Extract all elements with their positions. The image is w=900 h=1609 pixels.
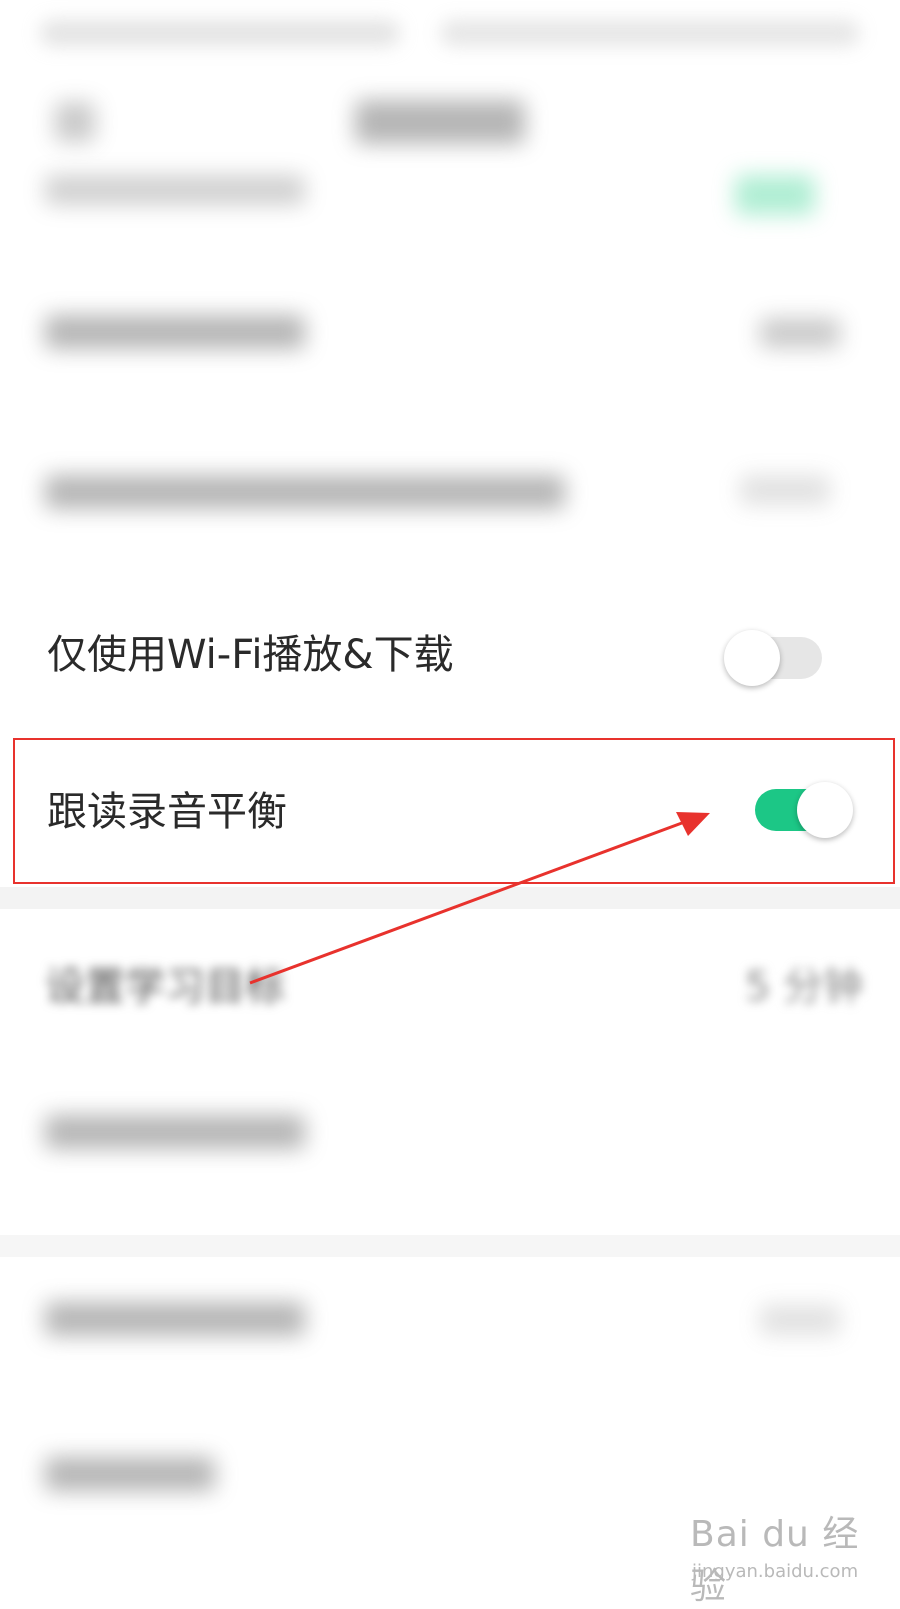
study-goal-value: 5 分钟 — [745, 964, 864, 1010]
toggle-knob — [724, 630, 780, 686]
row-label-blurred — [45, 1457, 215, 1491]
status-bar — [0, 0, 900, 70]
study-goal-label: 设置学习目标 — [45, 964, 285, 1010]
status-bar-left-blur — [40, 20, 400, 46]
settings-row-blurred-4[interactable] — [0, 1070, 900, 1225]
settings-row-wifi-only[interactable]: 仅使用Wi-Fi播放&下载 — [0, 580, 900, 735]
row-label-blurred — [45, 315, 305, 349]
baidu-watermark: Bai du 经验 jingyan.baidu.com — [690, 1505, 890, 1607]
settings-row-blurred-5[interactable] — [0, 1257, 900, 1412]
settings-row-study-goal[interactable]: 设置学习目标 5 分钟 — [0, 909, 900, 1064]
watermark-url: jingyan.baidu.com — [692, 1561, 859, 1582]
wifi-only-label: 仅使用Wi-Fi播放&下载 — [47, 632, 454, 678]
section-divider — [0, 1235, 900, 1257]
row-value-blurred — [740, 475, 830, 505]
settings-row-blurred-1[interactable] — [0, 160, 900, 250]
row-label-blurred — [45, 1115, 305, 1149]
watermark-logo: Bai du 经验 — [690, 1514, 860, 1607]
highlight-box — [13, 738, 895, 884]
row-value-blurred — [760, 1305, 840, 1335]
settings-row-blurred-3[interactable] — [0, 425, 900, 580]
row-label-blurred — [45, 475, 565, 509]
row-value-blurred — [760, 318, 840, 348]
row-label-blurred — [45, 1302, 305, 1336]
settings-row-blurred-2[interactable] — [0, 270, 900, 425]
wifi-only-toggle[interactable] — [724, 630, 822, 686]
section-divider — [0, 887, 900, 909]
toggle-blurred[interactable] — [735, 175, 815, 215]
row-label-blurred — [45, 175, 305, 205]
status-bar-right-blur — [440, 20, 860, 46]
page-title-blurred — [355, 100, 525, 144]
back-icon[interactable] — [55, 102, 95, 142]
